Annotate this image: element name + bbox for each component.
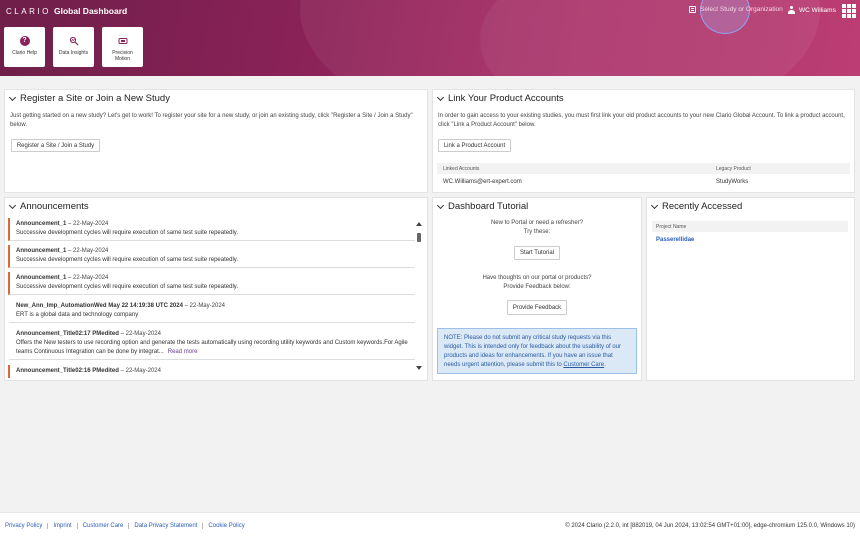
tile-label: Precision Motion [112,50,133,62]
study-select-button[interactable]: Select Study or Organization [689,6,783,13]
feedback-intro-line: Provide Feedback below: [503,284,571,290]
column-header: Legacy Product [716,166,751,172]
register-panel-header[interactable]: Register a Site or Join a New Study [8,93,170,104]
announcement-body: Offers the New testers to use recording … [16,340,408,355]
scroll-down-icon[interactable] [416,366,422,370]
version-info: © 2024 Clario (2.2.0, int [882019, 04 Ju… [565,523,855,529]
read-more-link[interactable]: Read more [168,349,198,355]
tile-precision-motion[interactable]: Precision Motion [102,27,143,67]
table-row: WC.Williams@ert-expert.com StudyWorks [437,176,850,190]
tutorial-intro: New to Portal or need a refresher? Try t… [432,219,642,237]
imprint-link[interactable]: Imprint [47,523,76,529]
customer-care-footer-link[interactable]: Customer Care [76,523,129,529]
user-icon [788,6,795,14]
announcement-body: ERT is a global data and technology comp… [16,312,139,318]
user-name: WC Williams [799,6,836,14]
announcement-title: Announcement_1 [16,248,67,254]
link-accounts-description: In order to gain access to your existing… [438,113,845,128]
panel-title: Recently Accessed [662,201,743,212]
tile-label: Data Insights [58,50,89,56]
header-banner: CLARIO Global Dashboard Select Study or … [0,0,860,76]
recently-accessed-panel-header[interactable]: Recently Accessed [650,201,743,212]
announcement-scrollbar[interactable] [416,222,422,372]
footer-links: Privacy Policy Imprint Customer Care Dat… [5,523,250,529]
chevron-down-icon [436,201,445,209]
announcement-date: 22-May-2024 [73,275,109,281]
list-item[interactable]: New_Ann_Imp_AutomationWed May 22 14:19:3… [8,300,415,323]
list-item[interactable]: Announcement_Title02:16 PMedited – 22-Ma… [8,365,415,378]
list-item[interactable]: Announcement_1 – 22-May-2024 Successive … [8,245,415,268]
user-menu[interactable]: WC Williams [788,6,836,14]
announcement-title: Announcement_Title02:16 PMedited [16,368,119,374]
announcement-date: 22-May-2024 [73,221,109,227]
scroll-up-icon[interactable] [416,222,422,226]
announcement-date: 22-May-2024 [125,368,161,374]
link-accounts-panel-header[interactable]: Link Your Product Accounts [436,93,564,104]
customer-care-link[interactable]: Customer Care [563,362,604,368]
panel-title: Dashboard Tutorial [448,201,529,212]
panel-title: Announcements [20,201,89,212]
data-privacy-statement-link[interactable]: Data Privacy Statement [128,523,202,529]
feedback-intro: Have thoughts on our portal or products?… [432,274,642,292]
study-list-icon [689,6,696,13]
study-select-label: Select Study or Organization [700,6,783,13]
note-end: . [604,362,606,368]
column-header: Project Name [656,224,687,230]
list-item[interactable]: Announcement_1 – 22-May-2024 Successive … [8,218,415,241]
project-table-header: Project Name [652,221,848,232]
cookie-policy-link[interactable]: Cookie Policy [202,523,249,529]
feedback-note: NOTE: Please do not submit any critical … [437,328,637,374]
announcement-list[interactable]: Announcement_1 – 22-May-2024 Successive … [8,218,416,378]
tile-data-insights[interactable]: Data Insights [53,27,94,67]
footer: Privacy Policy Imprint Customer Care Dat… [0,512,860,538]
help-icon: ? [19,36,30,46]
register-description: Just getting started on a new study? Let… [10,113,413,128]
announcement-title: New_Ann_Imp_AutomationWed May 22 14:19:3… [16,303,183,309]
register-site-button[interactable]: Register a Site / Join a Study [11,139,100,152]
tile-label: Clario Help [12,50,37,56]
chevron-down-icon [436,93,445,101]
register-panel: Register a Site or Join a New Study Just… [4,89,428,193]
chevron-down-icon [8,201,17,209]
linked-accounts-table-header: Linked Accounts Legacy Product [437,163,850,174]
announcement-body: Successive development cycles will requi… [16,257,238,263]
panel-title: Register a Site or Join a New Study [20,93,170,104]
announcement-date: 22-May-2024 [189,303,225,309]
chevron-down-icon [650,201,659,209]
privacy-policy-link[interactable]: Privacy Policy [5,523,47,529]
announcement-date: 22-May-2024 [73,248,109,254]
announcement-body: Successive development cycles will requi… [16,230,238,236]
list-item[interactable]: Announcement_1 – 22-May-2024 Successive … [8,272,415,295]
tile-clario-help[interactable]: ? Clario Help [4,27,45,67]
panel-title: Link Your Product Accounts [448,93,564,104]
announcements-panel-header[interactable]: Announcements [8,201,89,212]
announcement-title: Announcement_Title02:17 PMedited [16,331,119,337]
precision-motion-icon [118,38,127,44]
tutorial-intro-line: New to Portal or need a refresher? [490,220,584,226]
link-product-account-button[interactable]: Link a Product Account [438,139,511,152]
list-item[interactable]: Announcement_Title02:17 PMedited – 22-Ma… [8,328,415,360]
recent-project-link[interactable]: Passerellidae [656,237,694,243]
linked-account-email: WC.Williams@ert-expert.com [443,179,522,185]
apps-grid-icon[interactable] [842,4,856,18]
column-header: Linked Accounts [443,166,480,172]
announcement-body: Successive development cycles will requi… [16,284,238,290]
feedback-intro-line: Have thoughts on our portal or products? [482,275,592,281]
start-tutorial-button[interactable]: Start Tutorial [514,246,560,260]
chevron-down-icon [8,93,17,101]
announcement-date: 22-May-2024 [125,331,161,337]
tutorial-intro-line: Try these: [523,229,551,235]
legacy-product: StudyWorks [716,179,749,185]
announcement-title: Announcement_1 [16,275,67,281]
clario-logo[interactable]: CLARIO [6,7,51,16]
app-title: Global Dashboard [54,6,128,16]
provide-feedback-button[interactable]: Provide Feedback [507,300,567,315]
announcement-title: Announcement_1 [16,221,67,227]
scroll-thumb[interactable] [417,233,421,242]
tutorial-panel-header[interactable]: Dashboard Tutorial [436,201,529,212]
data-insights-icon [69,36,78,46]
